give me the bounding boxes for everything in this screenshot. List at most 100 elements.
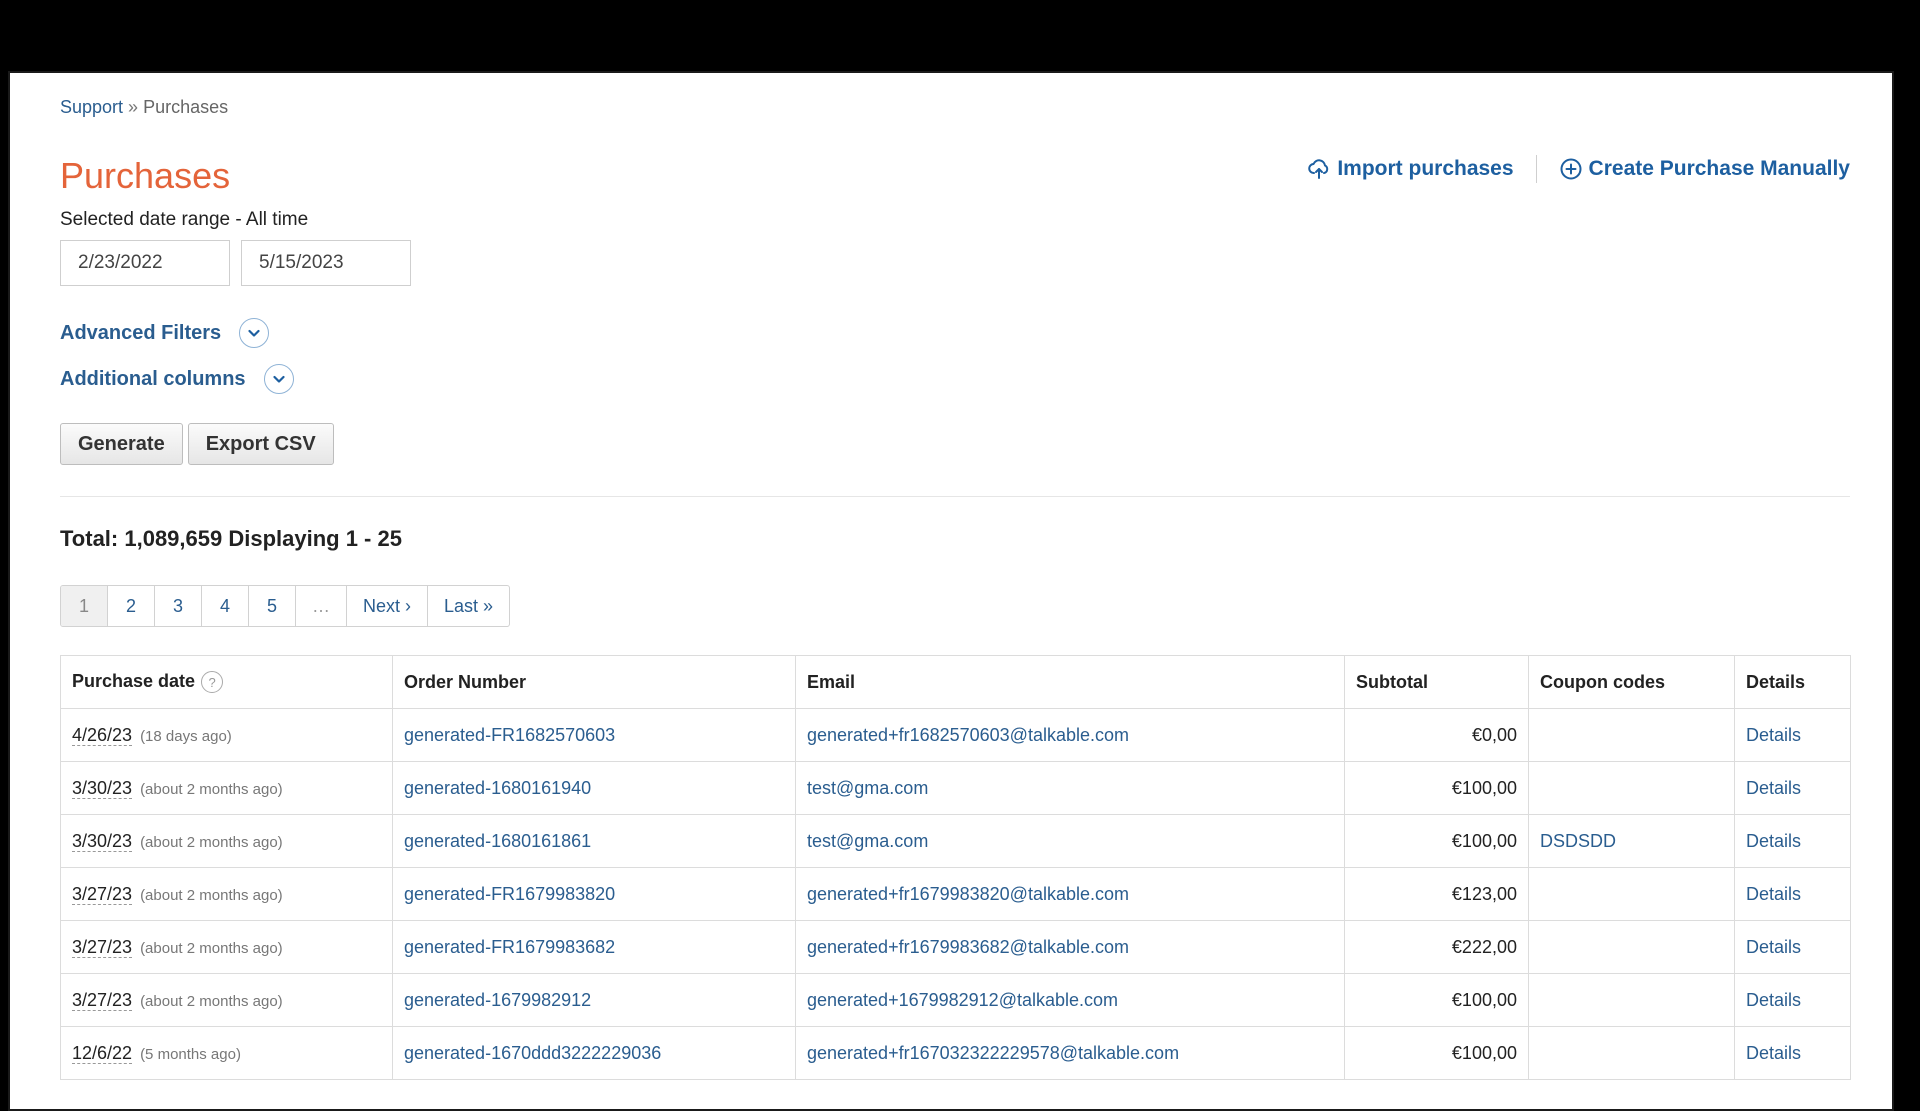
email-link[interactable]: generated+fr1679983820@talkable.com xyxy=(807,884,1129,904)
create-purchase-link[interactable]: Create Purchase Manually xyxy=(1559,157,1850,181)
end-date-input[interactable] xyxy=(241,240,411,286)
email-link[interactable]: generated+fr1679983682@talkable.com xyxy=(807,937,1129,957)
email-cell: generated+fr1682570603@talkable.com xyxy=(795,708,1345,762)
coupon-codes-cell xyxy=(1528,973,1735,1027)
purchase-date-cell: 3/27/23 (about 2 months ago) xyxy=(60,920,393,974)
order-number-cell: generated-FR1682570603 xyxy=(392,708,796,762)
results-summary: Total: 1,089,659 Displaying 1 - 25 xyxy=(60,526,402,551)
subtotal-cell: €123,00 xyxy=(1344,867,1529,921)
details-link[interactable]: Details xyxy=(1746,937,1801,957)
column-header-label: Purchase date xyxy=(72,670,196,691)
details-cell: Details xyxy=(1734,761,1851,815)
purchases-page: Support» Purchases Purchases Import purch… xyxy=(8,71,1894,1111)
pagination: 1 2 3 4 5… Next › Last » xyxy=(60,585,511,627)
export-csv-button[interactable]: Export CSV xyxy=(187,423,334,465)
pagination-link[interactable]: Next › xyxy=(347,586,429,626)
page-title: Purchases xyxy=(60,155,231,196)
details-cell: Details xyxy=(1734,708,1851,762)
table-row: 3/27/23 (about 2 months ago) generated-FR1… xyxy=(60,867,1851,921)
purchase-date-relative: (18 days ago) xyxy=(140,727,232,745)
purchase-date-cell: 3/27/23 (about 2 months ago) xyxy=(60,867,393,921)
subtotal-cell: €222,00 xyxy=(1344,920,1529,974)
import-purchases-label: Import purchases xyxy=(1337,157,1514,180)
email-cell: generated+fr1679983820@talkable.com xyxy=(795,867,1345,921)
import-purchases-link[interactable]: Import purchases xyxy=(1307,157,1514,181)
order-number-link[interactable]: generated-FR1682570603 xyxy=(404,725,615,745)
order-number-link[interactable]: generated-FR1679983820 xyxy=(404,884,615,904)
email-cell: test@gma.com xyxy=(795,814,1345,868)
pagination-link[interactable]: 4 xyxy=(202,586,249,626)
purchase-date-cell: 12/6/22 (5 months ago) xyxy=(60,1026,393,1080)
generate-button[interactable]: Generate xyxy=(60,423,183,465)
action-buttons: Generate Export CSV xyxy=(60,423,339,465)
purchase-date: 3/30/23 xyxy=(72,777,133,799)
email-cell: generated+fr1679983682@talkable.com xyxy=(795,920,1345,974)
table-header-row: Purchase date? Order Number Email Subtot… xyxy=(60,655,1851,709)
table-row: 3/27/23 (about 2 months ago) generated-167… xyxy=(60,973,1851,1027)
breadcrumb-separator: » xyxy=(128,97,139,117)
subtotal-cell: €0,00 xyxy=(1344,708,1529,762)
order-number-cell: generated-1679982912 xyxy=(392,973,796,1027)
coupon-codes-cell xyxy=(1528,867,1735,921)
breadcrumb-support-link[interactable]: Support xyxy=(60,97,123,117)
column-header-purchase-date[interactable]: Purchase date? xyxy=(60,655,393,709)
column-header-email: Email xyxy=(795,655,1345,709)
actions-divider xyxy=(1535,155,1537,183)
pagination-link[interactable]: 1 xyxy=(61,586,108,626)
start-date-input[interactable] xyxy=(60,240,230,286)
order-number-link[interactable]: generated-FR1679983682 xyxy=(404,937,615,957)
chevron-down-icon xyxy=(239,318,270,348)
order-number-link[interactable]: generated-1679982912 xyxy=(404,990,591,1010)
date-range-inputs xyxy=(60,240,422,286)
table-body: 4/26/23 (18 days ago) generated-FR16825706… xyxy=(60,708,1851,1080)
additional-columns-toggle[interactable]: Additional columns xyxy=(60,364,294,394)
purchase-date: 3/27/23 xyxy=(72,989,133,1011)
plus-circle-icon xyxy=(1560,158,1582,180)
details-cell: Details xyxy=(1734,867,1851,921)
purchase-date: 4/26/23 xyxy=(72,724,133,746)
details-cell: Details xyxy=(1734,973,1851,1027)
email-link[interactable]: generated+fr167032322229578@talkable.com xyxy=(807,1043,1179,1063)
pagination-link[interactable]: 2 xyxy=(108,586,155,626)
purchase-date-relative: (about 2 months ago) xyxy=(140,886,283,904)
details-link[interactable]: Details xyxy=(1746,1043,1801,1063)
email-link[interactable]: generated+1679982912@talkable.com xyxy=(807,990,1118,1010)
details-cell: Details xyxy=(1734,814,1851,868)
pagination-link[interactable]: Last » xyxy=(428,586,509,626)
pagination-link[interactable]: 3 xyxy=(155,586,202,626)
subtotal-cell: €100,00 xyxy=(1344,761,1529,815)
purchases-table: Purchase date? Order Number Email Subtot… xyxy=(60,655,1851,1080)
advanced-filters-label: Advanced Filters xyxy=(60,321,222,344)
order-number-cell: generated-1680161861 xyxy=(392,814,796,868)
order-number-cell: generated-FR1679983682 xyxy=(392,920,796,974)
advanced-filters-toggle[interactable]: Advanced Filters xyxy=(60,318,270,348)
chevron-down-icon xyxy=(263,364,294,394)
section-divider xyxy=(60,496,1850,497)
email-link[interactable]: generated+fr1682570603@talkable.com xyxy=(807,725,1129,745)
purchase-date-relative: (5 months ago) xyxy=(140,1045,241,1063)
pagination-link[interactable]: 5 xyxy=(249,586,296,626)
table-row: 4/26/23 (18 days ago) generated-FR16825706… xyxy=(60,708,1851,762)
order-number-cell: generated-1680161940 xyxy=(392,761,796,815)
details-link[interactable]: Details xyxy=(1746,990,1801,1010)
table-row: 3/30/23 (about 2 months ago) generated-168… xyxy=(60,814,1851,868)
email-link[interactable]: test@gma.com xyxy=(807,831,928,851)
purchase-date: 12/6/22 xyxy=(72,1042,133,1064)
pagination-ellipsis: … xyxy=(296,586,347,626)
details-link[interactable]: Details xyxy=(1746,778,1801,798)
coupon-code-link[interactable]: DSDSDD xyxy=(1540,831,1616,851)
order-number-link[interactable]: generated-1680161940 xyxy=(404,778,591,798)
help-icon[interactable]: ? xyxy=(201,671,224,694)
purchase-date: 3/30/23 xyxy=(72,830,133,852)
order-number-link[interactable]: generated-1670ddd3222229036 xyxy=(404,1043,661,1063)
column-header-subtotal: Subtotal xyxy=(1344,655,1529,709)
purchase-date-cell: 4/26/23 (18 days ago) xyxy=(60,708,393,762)
details-link[interactable]: Details xyxy=(1746,831,1801,851)
cloud-upload-icon xyxy=(1308,159,1329,179)
order-number-link[interactable]: generated-1680161861 xyxy=(404,831,591,851)
create-purchase-label: Create Purchase Manually xyxy=(1588,157,1850,180)
details-link[interactable]: Details xyxy=(1746,725,1801,745)
details-link[interactable]: Details xyxy=(1746,884,1801,904)
email-link[interactable]: test@gma.com xyxy=(807,778,928,798)
column-header-order-number: Order Number xyxy=(392,655,796,709)
